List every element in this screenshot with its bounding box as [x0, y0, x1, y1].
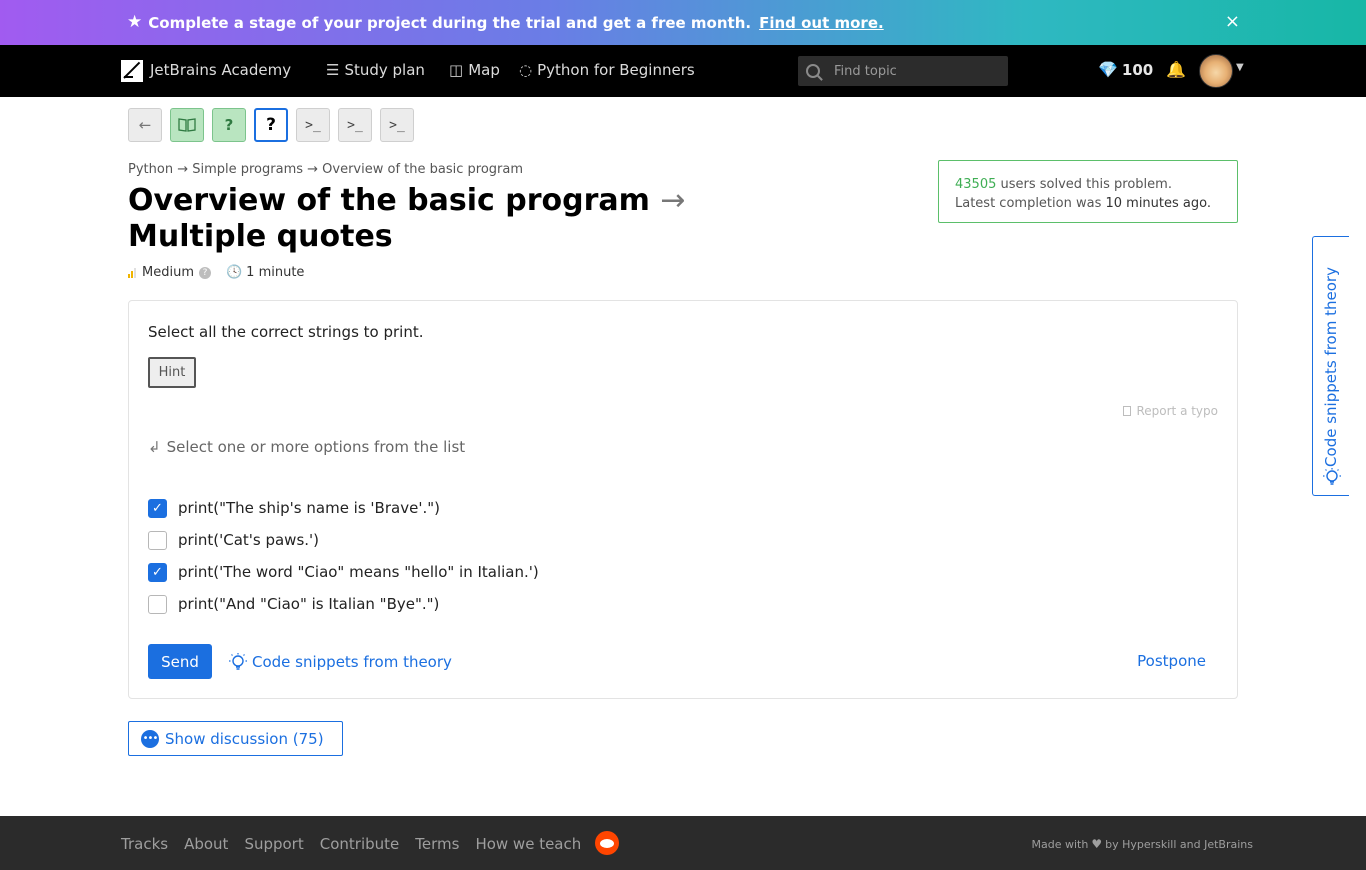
- footer-link-support[interactable]: Support: [244, 835, 303, 853]
- question-prompt: Select all the correct strings to print.: [148, 323, 424, 341]
- nav-study-plan-label: Study plan: [344, 61, 425, 79]
- map-icon: ◫: [449, 61, 464, 79]
- code-snippets-link[interactable]: Code snippets from theory: [228, 652, 452, 672]
- jetbrains-logo[interactable]: [121, 60, 143, 82]
- solved-text: users solved this problem.: [1000, 177, 1172, 192]
- step-meta: Medium ? 🕓 1 minute: [128, 265, 304, 280]
- footer-link-about[interactable]: About: [184, 835, 228, 853]
- top-navigation: JetBrains Academy ☰ Study plan ◫ Map ◌ P…: [0, 45, 1366, 97]
- back-button[interactable]: ←: [128, 108, 162, 142]
- step-bar: ← ? ? >_ >_ >_: [128, 108, 414, 142]
- step-code-2[interactable]: >_: [338, 108, 372, 142]
- nav-track-label: Python for Beginners: [537, 61, 695, 79]
- list-icon: ☰: [326, 61, 340, 79]
- option-3-checkbox[interactable]: ✓: [148, 562, 167, 582]
- show-discussion-button[interactable]: ••• Show discussion (75): [128, 721, 343, 756]
- gem-icon: 💎: [1098, 60, 1118, 79]
- made-prefix: Made with: [1031, 837, 1089, 851]
- option-3-text: print('The word "Ciao" means "hello" in …: [178, 563, 539, 581]
- chat-icon: •••: [141, 729, 159, 748]
- postpone-link[interactable]: Postpone: [1137, 652, 1206, 670]
- report-typo-label: Report a typo: [1136, 404, 1218, 418]
- latest-line: Latest completion was 10 minutes ago.: [955, 194, 1237, 213]
- option-2[interactable]: print('Cat's paws.'): [148, 524, 539, 556]
- latest-time: 10 minutes ago.: [1105, 196, 1211, 211]
- help-icon[interactable]: ?: [198, 266, 211, 279]
- instruction: ↲ Select one or more options from the li…: [148, 438, 465, 456]
- option-1-text: print("The ship's name is 'Brave'."): [178, 499, 440, 517]
- lightbulb-icon: [1323, 468, 1341, 485]
- latest-prefix: Latest completion was: [955, 196, 1102, 211]
- arrow-down-icon: ↲: [148, 438, 161, 456]
- send-button[interactable]: Send: [148, 644, 212, 679]
- nav-map[interactable]: ◫ Map: [449, 61, 500, 79]
- avatar[interactable]: [1199, 54, 1233, 88]
- step-code-3[interactable]: >_: [380, 108, 414, 142]
- option-4[interactable]: print("And "Ciao" is Italian "Bye"."): [148, 588, 539, 620]
- option-1[interactable]: ✓ print("The ship's name is 'Brave'."): [148, 492, 539, 524]
- footer: Tracks About Support Contribute Terms Ho…: [0, 816, 1366, 870]
- step-code-1[interactable]: >_: [296, 108, 330, 142]
- step-quiz-completed[interactable]: ?: [212, 108, 246, 142]
- breadcrumb[interactable]: Python → Simple programs → Overview of t…: [128, 162, 523, 177]
- heart-icon: ♥: [1091, 837, 1103, 851]
- bell-icon[interactable]: 🔔: [1166, 60, 1186, 79]
- option-4-checkbox[interactable]: [148, 594, 167, 614]
- footer-link-tracks[interactable]: Tracks: [121, 835, 168, 853]
- time-label: 1 minute: [246, 265, 305, 280]
- lightbulb-icon: [229, 653, 247, 670]
- option-2-text: print('Cat's paws.'): [178, 531, 320, 549]
- title-step: Multiple quotes: [128, 219, 393, 254]
- chevron-down-icon[interactable]: ▼: [1236, 62, 1244, 73]
- gems-counter[interactable]: 💎 100: [1098, 60, 1153, 79]
- show-discussion-label: Show discussion (75): [165, 729, 324, 748]
- hint-button[interactable]: Hint: [148, 357, 196, 388]
- solved-count: 43505: [955, 177, 997, 192]
- footer-links: Tracks About Support Contribute Terms Ho…: [121, 835, 581, 853]
- page-title: Overview of the basic program → Multiple…: [128, 183, 828, 255]
- option-4-text: print("And "Ciao" is Italian "Bye"."): [178, 595, 440, 613]
- title-arrow: →: [660, 183, 686, 218]
- search-input[interactable]: [834, 63, 994, 79]
- made-with-credit: Made with ♥ by Hyperskill and JetBrains: [1032, 837, 1254, 851]
- banner-find-out-more-link[interactable]: Find out more.: [759, 14, 884, 32]
- made-suffix: by Hyperskill and JetBrains: [1105, 837, 1253, 851]
- star-icon: ★: [127, 12, 143, 32]
- step-theory[interactable]: [170, 108, 204, 142]
- footer-link-contribute[interactable]: Contribute: [320, 835, 400, 853]
- search-box: [798, 56, 1008, 86]
- solved-stats-box: 43505 users solved this problem. Latest …: [938, 160, 1238, 223]
- close-icon[interactable]: ×: [1225, 12, 1240, 32]
- code-snippets-side-tab[interactable]: Code snippets from theory: [1312, 236, 1349, 496]
- footer-link-how-we-teach[interactable]: How we teach: [475, 835, 581, 853]
- report-typo-link[interactable]: Report a typo: [1123, 404, 1218, 418]
- question-card: Select all the correct strings to print.…: [128, 300, 1238, 699]
- document-icon: [1123, 406, 1132, 416]
- step-quiz-current[interactable]: ?: [254, 108, 288, 142]
- side-tab-label: Code snippets from theory: [1322, 267, 1340, 467]
- book-icon: [178, 118, 196, 132]
- gems-value: 100: [1121, 60, 1154, 79]
- brand-name[interactable]: JetBrains Academy: [150, 61, 291, 79]
- difficulty-label: Medium: [142, 265, 194, 280]
- footer-link-terms[interactable]: Terms: [415, 835, 459, 853]
- banner-text: Complete a stage of your project during …: [148, 13, 752, 32]
- title-topic: Overview of the basic program: [128, 183, 650, 218]
- clock-icon: 🕓: [225, 265, 243, 280]
- instruction-text: Select one or more options from the list: [166, 438, 466, 456]
- option-1-checkbox[interactable]: ✓: [148, 498, 167, 518]
- solved-line: 43505 users solved this problem.: [955, 175, 1237, 194]
- nav-study-plan[interactable]: ☰ Study plan: [326, 61, 425, 79]
- search-icon: [806, 64, 820, 78]
- promo-banner: ★ Complete a stage of your project durin…: [0, 0, 1366, 45]
- code-snippets-label: Code snippets from theory: [252, 653, 452, 671]
- difficulty-icon: [128, 267, 136, 278]
- reddit-icon[interactable]: [595, 831, 619, 855]
- nav-map-label: Map: [468, 61, 500, 79]
- options-list: ✓ print("The ship's name is 'Brave'.") p…: [148, 492, 539, 620]
- track-icon: ◌: [519, 61, 533, 79]
- option-3[interactable]: ✓ print('The word "Ciao" means "hello" i…: [148, 556, 539, 588]
- nav-track[interactable]: ◌ Python for Beginners: [519, 61, 695, 79]
- option-2-checkbox[interactable]: [148, 530, 167, 550]
